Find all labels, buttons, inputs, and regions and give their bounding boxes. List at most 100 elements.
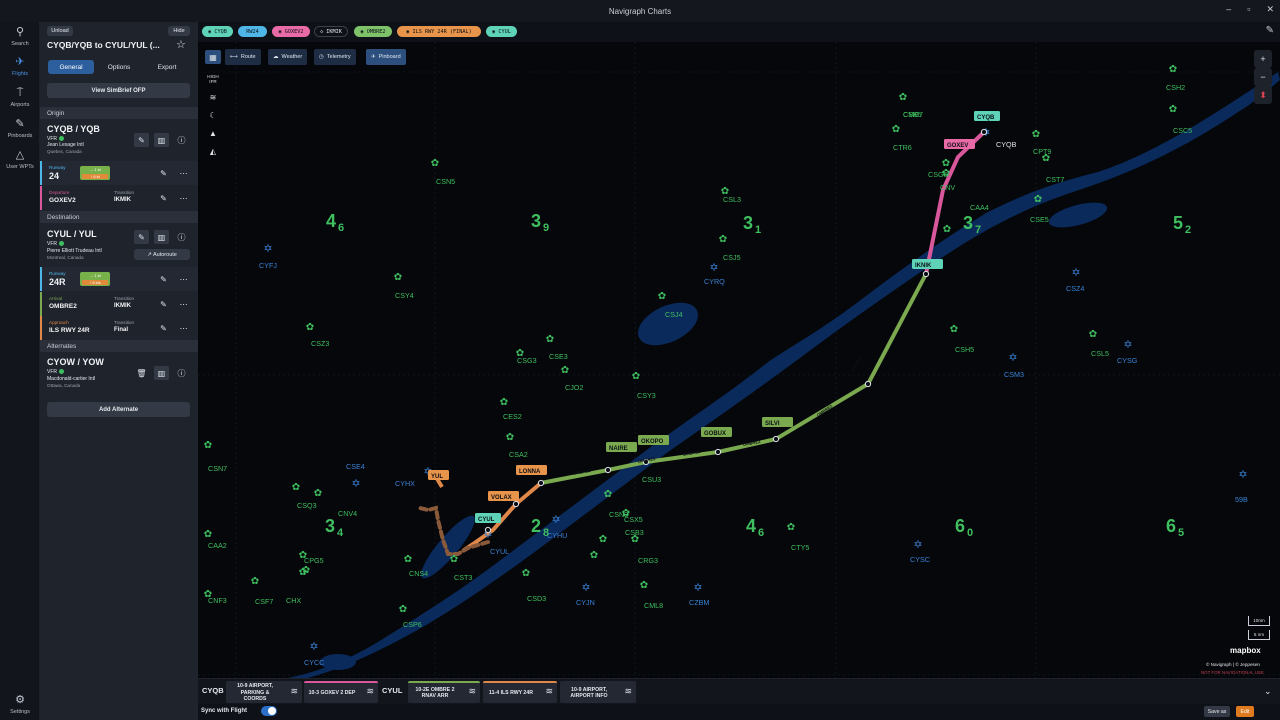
edit-runway-button[interactable]: ✎: [156, 272, 171, 286]
rail-settings[interactable]: ⚙ Settings: [0, 694, 40, 720]
chart-card-cyul-airport[interactable]: 10-9 AIRPORT, AIRPORT INFO ≋: [560, 681, 636, 703]
tag-cyqb[interactable]: ◉ CYQB: [202, 26, 233, 37]
origin-runway-row[interactable]: Runway 24 → 1 kt ↑ 6 kt ✎ ⋯: [40, 161, 198, 185]
map-tab-telemetry[interactable]: ◷ Telemetry: [314, 49, 356, 65]
more-icon[interactable]: ⋯: [176, 321, 191, 335]
pin-icon: ✎: [15, 118, 25, 130]
add-alternate-button[interactable]: Add Alternate: [47, 402, 190, 417]
airport-symbol: ✿: [1034, 194, 1042, 205]
map-canvas[interactable]: ✿✿✿✿✿✿✿✿✿✿✿✿✿✿ ✿✿✿✿✿✿✿✿✿✿✿✿✿✿ ✿✿✿✿✿✿✿ ✿✿✿✿✿…: [198, 42, 1280, 678]
route-fix: [512, 500, 520, 508]
tag-ils-rwy-24r[interactable]: ◉ ILS RWY 24R (FINAL): [397, 26, 481, 37]
tab-general[interactable]: General: [48, 60, 94, 74]
edit-arrival-button[interactable]: ✎: [156, 297, 171, 311]
chart-card-ils-24r[interactable]: 11-4 ILS RWY 24R ≋: [483, 681, 557, 703]
map-grid-icon[interactable]: ▦: [205, 50, 221, 64]
zoom-out-icon[interactable]: −: [1254, 68, 1272, 86]
tag-ombre2[interactable]: ◉ OMBRE2: [354, 26, 392, 37]
maximize-button[interactable]: ▫: [1247, 4, 1250, 15]
edit-departure-button[interactable]: ✎: [156, 191, 171, 205]
compass-icon[interactable]: ⬍: [1254, 86, 1272, 104]
close-button[interactable]: ✕: [1266, 4, 1274, 15]
airport-symbol: ✿: [314, 488, 322, 499]
tag-ikmik[interactable]: ◇ IKMIK: [314, 26, 348, 37]
mora-value: 6: [758, 527, 764, 539]
dest-runway: 24R: [49, 277, 66, 287]
tab-options[interactable]: Options: [96, 60, 142, 74]
origin-charts-button[interactable]: ▥: [154, 133, 169, 147]
autoroute-button[interactable]: ↗ Autoroute: [134, 249, 190, 260]
edit-destination-button[interactable]: ✎: [134, 230, 149, 244]
more-icon[interactable]: ⋯: [176, 297, 191, 311]
rail-user-wpts[interactable]: △ User WPTs: [0, 149, 40, 179]
approach-row[interactable]: Approach ILS RWY 24R Transition Final ✎ …: [40, 316, 198, 340]
info-icon[interactable]: ⓘ: [174, 366, 189, 380]
arrival-row[interactable]: Arrival OMBRE2 Transition IKMIK ✎ ⋯: [40, 292, 198, 316]
chart-tag-bar: ◉ CYQB RW24 ◉ GOXEV2 ◇ IKMIK ◉ OMBRE2 ◉ …: [198, 22, 1280, 42]
save-as-button[interactable]: Save as: [1204, 706, 1230, 717]
tag-cyul[interactable]: ◉ CYUL: [486, 26, 517, 37]
airport-label: CSX5: [624, 515, 643, 524]
airport-symbol: ✿: [943, 224, 951, 235]
tag-rw24[interactable]: RW24: [238, 26, 267, 37]
airport-label: CTR6: [893, 143, 912, 152]
pencil-icon[interactable]: ✎: [1266, 25, 1274, 36]
edit-runway-button[interactable]: ✎: [156, 166, 171, 180]
map-tab-route[interactable]: ⟷ Route: [225, 49, 261, 65]
moon-icon[interactable]: ☾: [205, 108, 221, 122]
sync-toggle[interactable]: [261, 706, 277, 716]
trash-icon[interactable]: 🗑: [134, 366, 149, 380]
unload-button[interactable]: Unload: [47, 26, 73, 36]
panel-tabs: General Options Export: [48, 60, 190, 74]
hide-button[interactable]: Hide: [168, 26, 190, 36]
view-simbrief-button[interactable]: View SimBrief OFP: [47, 83, 190, 98]
more-icon[interactable]: ⋯: [176, 191, 191, 205]
rail-pinboards[interactable]: ✎ Pinboards: [0, 118, 40, 148]
chevron-down-icon[interactable]: ⌄: [1264, 686, 1272, 697]
airport-symbol: ✿: [561, 365, 569, 376]
mora-value: 4: [746, 516, 756, 536]
chart-card-goxev2[interactable]: 10-3 GOXEV 2 DEP ≋: [304, 681, 378, 703]
alternate-charts-button[interactable]: ▥: [154, 366, 169, 380]
vor-symbol: ✡: [913, 539, 922, 551]
more-icon[interactable]: ⋯: [176, 272, 191, 286]
chart-card-cyqb-airport[interactable]: 10-9 AIRPORT, PARKING & COORDS ≋: [226, 681, 302, 703]
airport-symbol: ✿: [590, 550, 598, 561]
mora-value: 1: [755, 224, 761, 236]
mora-value: 7: [975, 224, 981, 236]
airport-label: CSN5: [436, 177, 455, 186]
destination-charts-button[interactable]: ▥: [154, 230, 169, 244]
map-tab-pinboard[interactable]: ✈ Pinboard: [366, 49, 406, 65]
vor-symbol: ✡: [551, 514, 560, 526]
departure-row[interactable]: Departure GOXEV2 Transition IKMIK ✎ ⋯: [40, 186, 198, 210]
edit-button[interactable]: Edit: [1236, 706, 1254, 717]
dest-runway-row[interactable]: Runway 24R → 1 kt ↑ 6 kts ✎ ⋯: [40, 267, 198, 291]
map-tab-weather[interactable]: ☁ Weather: [268, 49, 308, 65]
map-view[interactable]: ✿ ✿ ✿ ✿ ✿ ✿ ✿ ✿ ✿ ✿ ✿ ✿ ✿ ✿ ✿ ✿ ✿ ✿ ✿ ✿ ✿ ✿ ✿ ✿ ✿ ✿ ✿ ✿ ✿ ✿ ✿ ✿ ✿ ✿ ✿ ✿ ✿ ✿ ✿ ✿…: [198, 42, 1280, 678]
edit-origin-button[interactable]: ✎: [134, 133, 149, 147]
zoom-in-icon[interactable]: +: [1254, 50, 1272, 68]
tab-export[interactable]: Export: [144, 60, 190, 74]
info-icon[interactable]: ⓘ: [174, 133, 189, 147]
chart-card-ombre2[interactable]: 10-2E OMBRE 2 RNAV ARR ≋: [408, 681, 480, 703]
info-icon[interactable]: ⓘ: [174, 230, 189, 244]
mora-value: 3: [963, 213, 973, 233]
layers-icon[interactable]: ≋: [205, 90, 221, 104]
more-icon[interactable]: ⋯: [176, 166, 191, 180]
rail-search[interactable]: ⚲ Search: [0, 26, 40, 56]
rail-airports[interactable]: ⍑ Airports: [0, 87, 40, 117]
lake: [1048, 202, 1108, 228]
high-ifr-toggle[interactable]: HIGH IFR: [205, 72, 221, 86]
airport-label: CST7: [1046, 175, 1064, 184]
rail-flights[interactable]: ✈ Flights: [0, 56, 40, 86]
north-up-icon[interactable]: ▲: [205, 126, 221, 140]
airport-symbol: ✿: [404, 554, 412, 565]
edit-approach-button[interactable]: ✎: [156, 321, 171, 335]
tag-goxev2[interactable]: ◉ GOXEV2: [272, 26, 310, 37]
layers-icon: ≋: [545, 686, 553, 696]
mora-value: 3: [531, 211, 541, 231]
terrain-icon[interactable]: ◭: [205, 144, 221, 158]
airport-label: CSZ3: [311, 339, 329, 348]
star-icon[interactable]: ☆: [176, 38, 186, 51]
minimize-button[interactable]: –: [1226, 4, 1231, 15]
